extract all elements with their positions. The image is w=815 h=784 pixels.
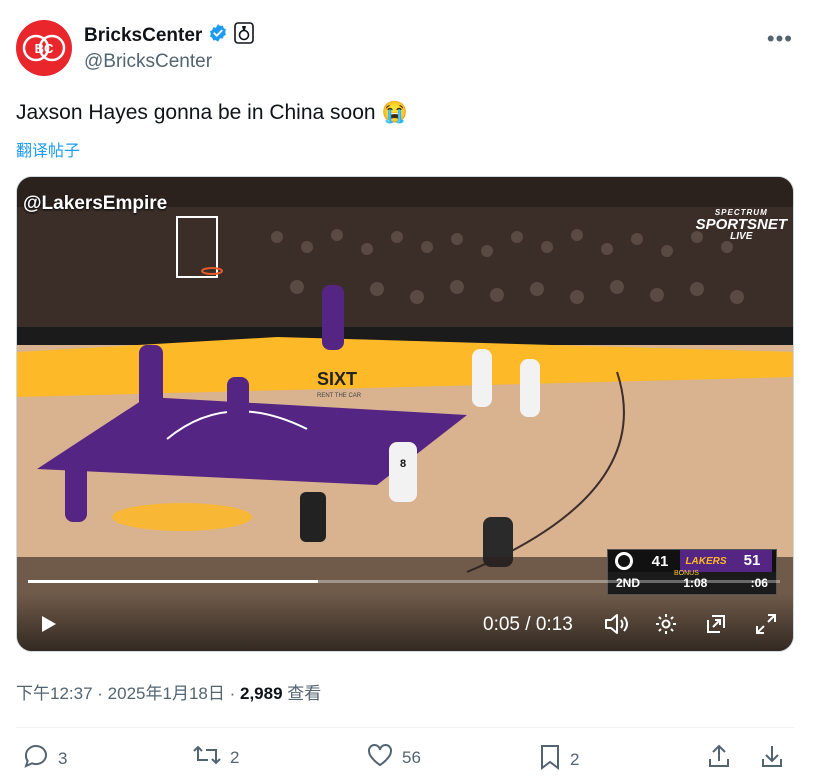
lakers-logo: LAKERS	[680, 550, 732, 572]
broadcast-logo: SPECTRUM SPORTSNET LIVE	[696, 209, 787, 242]
video-time: 0:05 / 0:13	[483, 614, 573, 635]
download-icon	[760, 743, 784, 774]
share-button[interactable]	[707, 743, 731, 774]
author-display-name[interactable]: BricksCenter	[84, 25, 202, 47]
court-sponsor-logo: SIXT	[317, 369, 357, 389]
video-player[interactable]: SIXT RENT THE CAR 8 @LakersEmpire SPECTR…	[16, 176, 794, 652]
reply-button[interactable]: 3	[22, 743, 67, 774]
bonus-indicator: BONUS	[674, 570, 699, 577]
court-sponsor-subtitle: RENT THE CAR	[317, 393, 362, 399]
meta-separator: ·	[97, 684, 108, 703]
view-count: 2,989	[239, 684, 283, 703]
download-button[interactable]	[760, 743, 784, 774]
share-icon	[707, 743, 731, 774]
like-button[interactable]: 56	[366, 743, 421, 772]
away-score: 41	[651, 552, 669, 570]
video-watermark: @LakersEmpire	[23, 193, 168, 214]
tweet-text: Jaxson Hayes gonna be in China soon 😭	[16, 101, 408, 125]
avatar-text: BC	[35, 41, 54, 56]
scoreboard: 41 LAKERS 51 BONUS 2ND 1:08 :06	[607, 549, 777, 595]
video-progress-fill	[28, 580, 318, 583]
verified-badge-icon	[208, 23, 228, 48]
heart-icon	[366, 743, 394, 772]
jersey-number: 8	[400, 458, 406, 470]
broadcast-line2: SPORTSNET	[695, 216, 787, 233]
home-score: 51	[732, 550, 772, 572]
retweet-icon	[192, 743, 222, 772]
author-handle[interactable]: @BricksCenter	[84, 51, 212, 73]
translate-post-link[interactable]: 翻译帖子	[16, 137, 80, 161]
game-clock: 1:08	[683, 576, 708, 590]
video-controls: 0:05 / 0:13	[17, 593, 793, 651]
bricks-center-logo: BC	[22, 34, 66, 62]
nets-logo-icon	[608, 550, 640, 572]
retweet-button[interactable]: 2	[192, 743, 239, 772]
retweet-count: 2	[230, 747, 240, 767]
meta-separator: ·	[229, 684, 240, 703]
settings-gear-icon[interactable]	[653, 611, 679, 637]
bookmark-icon	[538, 743, 562, 776]
tweet-time[interactable]: 下午12:37	[16, 684, 93, 703]
view-label: 查看	[287, 684, 322, 703]
tweet-meta: 下午12:37 · 2025年1月18日 · 2,989 查看	[16, 679, 321, 704]
more-options-icon[interactable]: •••	[767, 26, 793, 52]
reply-icon	[22, 743, 50, 774]
avatar[interactable]: BC	[16, 20, 72, 76]
like-count: 56	[402, 747, 421, 767]
shot-clock: :06	[750, 576, 768, 590]
author-name-row: BricksCenter	[84, 22, 255, 49]
play-icon[interactable]	[35, 611, 61, 637]
video-progress-bar[interactable]	[28, 580, 780, 583]
tweet-body: Jaxson Hayes gonna be in China soon	[16, 101, 376, 124]
bookmark-count: 2	[570, 749, 580, 769]
tweet-date[interactable]: 2025年1月18日	[108, 684, 225, 703]
divider	[16, 727, 795, 728]
crying-emoji: 😭	[381, 101, 408, 124]
bookmark-button[interactable]: 2	[538, 743, 579, 776]
volume-icon[interactable]	[603, 611, 629, 637]
quarter: 2ND	[616, 576, 641, 590]
affiliate-badge-icon[interactable]	[234, 22, 255, 49]
reply-count: 3	[58, 748, 68, 768]
broadcast-line3: LIVE	[730, 231, 753, 242]
picture-in-picture-icon[interactable]	[703, 611, 729, 637]
fullscreen-icon[interactable]	[753, 611, 779, 637]
